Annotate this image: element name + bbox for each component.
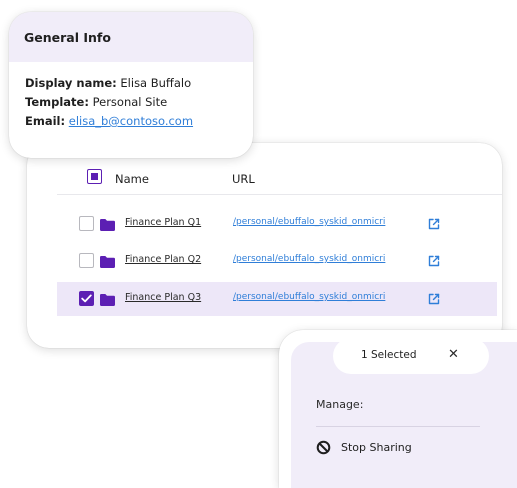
file-url-link[interactable]: /personal/ebuffalo_syskid_onmicri [233,254,385,264]
row-checkbox[interactable] [79,253,94,268]
row-checkbox-checked[interactable] [79,291,94,306]
template-value: Personal Site [92,95,168,109]
partial-select-mark [91,173,98,180]
display-name-value: Elisa Buffalo [120,76,192,90]
open-external-icon[interactable] [427,216,441,235]
display-name-label: Display name: [25,76,117,90]
column-header-name[interactable]: Name [115,172,149,186]
checkmark-icon [81,294,92,303]
general-info-card: General Info Display name: Elisa Buffalo… [9,12,253,158]
row-checkbox[interactable] [79,216,94,231]
manage-label: Manage: [316,398,364,411]
template-label: Template: [25,95,89,109]
stop-sharing-label: Stop Sharing [341,441,412,454]
stop-sharing-button[interactable]: Stop Sharing [316,440,412,455]
table-row[interactable]: Finance Plan Q2 /personal/ebuffalo_syski… [57,244,497,278]
manage-divider [316,426,480,427]
table-row[interactable]: Finance Plan Q1 /personal/ebuffalo_syski… [57,207,497,241]
file-url-link[interactable]: /personal/ebuffalo_syskid_onmicri [233,217,385,227]
email-label: Email: [25,114,66,128]
general-info-title: General Info [9,12,253,62]
select-all-checkbox[interactable] [87,169,102,184]
selected-count-label: 1 Selected [361,349,417,361]
general-info-body: Display name: Elisa Buffalo Template: Pe… [9,62,253,131]
folder-icon [99,217,116,236]
selected-count-pill: 1 Selected ✕ [333,338,489,374]
folder-icon [99,254,116,273]
email-link[interactable]: elisa_b@contoso.com [69,114,193,128]
file-name-link[interactable]: Finance Plan Q3 [125,292,201,303]
folder-icon [99,292,116,311]
close-icon[interactable]: ✕ [448,348,459,362]
file-name-link[interactable]: Finance Plan Q1 [125,217,201,228]
table-header: Name URL [27,166,502,192]
block-icon [316,440,331,455]
selection-action-body: 1 Selected ✕ Manage: Stop Sharing [291,338,517,488]
file-name-link[interactable]: Finance Plan Q2 [125,254,201,265]
open-external-icon[interactable] [427,253,441,272]
table-header-divider [57,194,502,195]
email-line: Email: elisa_b@contoso.com [25,112,237,131]
file-table-card: Name URL Finance Plan Q1 /personal/ebuff… [27,143,502,348]
table-row-selected[interactable]: Finance Plan Q3 /personal/ebuffalo_syski… [57,282,497,316]
display-name-line: Display name: Elisa Buffalo [25,74,237,93]
template-line: Template: Personal Site [25,93,237,112]
column-header-url[interactable]: URL [232,172,255,186]
file-url-link[interactable]: /personal/ebuffalo_syskid_onmicri [233,292,385,302]
open-external-icon[interactable] [427,291,441,310]
selection-action-panel: 1 Selected ✕ Manage: Stop Sharing [279,330,517,488]
